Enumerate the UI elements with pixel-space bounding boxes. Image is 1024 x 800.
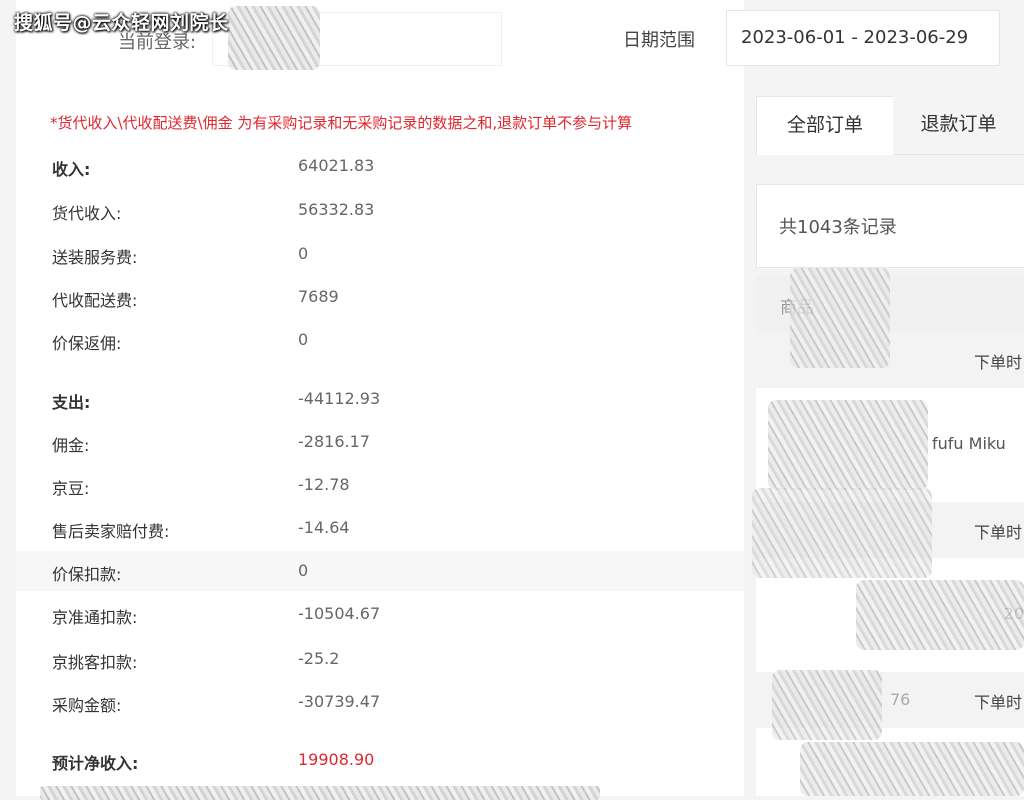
summary-row-price-protection-rebate: 价保返佣: 0: [16, 320, 744, 360]
summary-row-income: 收入: 64021.83: [16, 146, 744, 186]
row-label: 佣金:: [52, 436, 90, 455]
net-income-value: 19908.90: [298, 750, 375, 769]
summary-row-after-sales-compensation: 售后卖家赔付费: -14.64: [16, 508, 744, 548]
redacted-product-image: [790, 268, 890, 368]
summary-row-expense: 支出: -44112.93: [16, 379, 744, 419]
row-label: 价保扣款:: [52, 565, 122, 584]
row-value: 0: [298, 330, 309, 349]
tab-all-orders[interactable]: 全部订单: [756, 96, 894, 155]
watermark-text: 搜狐号@云众轻网刘院长: [14, 12, 229, 34]
row-value: -25.2: [298, 649, 340, 668]
row-label: 采购金额:: [52, 696, 122, 715]
redacted-product-image: [772, 670, 882, 740]
summary-row-installation-fee: 送装服务费: 0: [16, 234, 744, 274]
summary-row-jingdou: 京豆: -12.78: [16, 465, 744, 505]
redacted-bottom-row: [40, 786, 600, 800]
row-value: -14.64: [298, 518, 350, 537]
row-value: 56332.83: [298, 200, 375, 219]
redacted-username: [228, 6, 320, 70]
row-label: 送装服务费:: [52, 248, 138, 267]
records-summary: 共1043条记录: [756, 184, 1024, 268]
row-value: -30739.47: [298, 692, 381, 711]
date-range-value: 2023-06-01 - 2023-06-29: [741, 27, 969, 48]
summary-row-jingzhuntong-deduction: 京准通扣款: -10504.67: [16, 594, 744, 634]
summary-row-purchase-amount: 采购金额: -30739.47: [16, 682, 744, 722]
row-value: -2816.17: [298, 432, 370, 451]
summary-row-net-income: 预计净收入: 19908.90: [16, 740, 744, 780]
date-range-label: 日期范围: [623, 30, 695, 51]
row-value: -10504.67: [298, 604, 381, 623]
order-time-label: 下单时: [973, 523, 1022, 542]
redacted-product-image: [752, 488, 932, 578]
tab-refund-orders[interactable]: 退款订单: [893, 96, 1024, 155]
order-time-label: 下单时: [973, 693, 1022, 712]
row-value: -44112.93: [298, 389, 381, 408]
row-label: 收入:: [52, 160, 91, 179]
row-label: 京豆:: [52, 479, 90, 498]
summary-row-delivery-fee: 代收配送费: 7689: [16, 277, 744, 317]
record-count: 共1043条记录: [779, 217, 897, 238]
date-range-picker[interactable]: 2023-06-01 - 2023-06-29: [726, 10, 1000, 66]
row-label: 京准通扣款:: [52, 608, 138, 627]
summary-row-freight-income: 货代收入: 56332.83: [16, 190, 744, 230]
row-value: 0: [298, 244, 309, 263]
row-label: 京挑客扣款:: [52, 653, 138, 672]
row-label: 价保返佣:: [52, 334, 122, 353]
product-name-fragment: fufu Miku: [932, 434, 1006, 453]
calculation-note: *货代收入\代收配送费\佣金 为有采购记录和无采购记录的数据之和,退款订单不参与…: [50, 114, 633, 132]
redacted-product-image: [856, 580, 1024, 650]
row-value: -12.78: [298, 475, 350, 494]
redacted-product-image: [800, 742, 1024, 796]
row-label: 支出:: [52, 393, 91, 412]
summary-row-jingtiaoke-deduction: 京挑客扣款: -25.2: [16, 639, 744, 679]
summary-row-commission: 佣金: -2816.17: [16, 422, 744, 462]
row-value: 0: [298, 561, 309, 580]
order-time-label: 下单时: [973, 353, 1022, 372]
row-label: 代收配送费:: [52, 291, 138, 310]
row-label: 售后卖家赔付费:: [52, 522, 170, 541]
row-label: 货代收入:: [52, 204, 122, 223]
row-label: 预计净收入:: [52, 754, 139, 773]
order-id-fragment: 76: [890, 690, 911, 709]
redacted-product-image: [768, 400, 928, 490]
row-value: 7689: [298, 287, 339, 306]
summary-row-price-protection-deduction: 价保扣款: 0: [16, 551, 744, 591]
row-value: 64021.83: [298, 156, 375, 175]
